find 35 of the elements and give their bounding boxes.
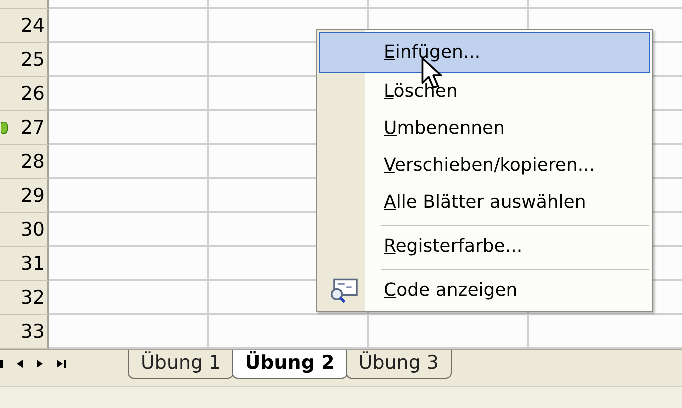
first-sheet-icon[interactable] bbox=[0, 359, 3, 369]
row-header[interactable]: 24 bbox=[0, 9, 49, 43]
menu-item[interactable]: Einfügen... bbox=[319, 32, 650, 73]
menu-item[interactable]: Registerfarbe... bbox=[319, 221, 650, 265]
row-number: 29 bbox=[20, 184, 45, 206]
next-sheet-icon[interactable] bbox=[37, 359, 43, 369]
row-header[interactable]: 27 bbox=[0, 111, 49, 145]
menu-item[interactable]: Verschieben/kopieren... bbox=[319, 147, 650, 184]
row-number: 26 bbox=[20, 82, 45, 104]
row-number: 30 bbox=[20, 218, 45, 240]
sheet-tab[interactable]: Übung 3 bbox=[346, 350, 452, 379]
row-header[interactable]: 32 bbox=[0, 281, 49, 315]
menu-item[interactable]: Löschen bbox=[319, 73, 650, 110]
row-header[interactable]: 28 bbox=[0, 145, 49, 179]
row-number: 32 bbox=[20, 286, 45, 308]
previous-sheet-icon[interactable] bbox=[17, 359, 23, 369]
sheet-tab[interactable]: Übung 2 bbox=[232, 350, 348, 379]
menu-item[interactable]: Alle Blätter auswählen bbox=[319, 184, 650, 221]
menu-item[interactable]: Umbenennen bbox=[319, 110, 650, 147]
menu-item[interactable]: Code anzeigen bbox=[319, 265, 650, 309]
code-view-icon bbox=[329, 278, 359, 304]
row-header[interactable]: 33 bbox=[0, 315, 49, 349]
sheet-tab[interactable]: Übung 1 bbox=[128, 350, 234, 379]
row-header[interactable]: 29 bbox=[0, 179, 49, 213]
row-number: 28 bbox=[20, 150, 45, 172]
row-number: 24 bbox=[20, 14, 45, 36]
row-header[interactable]: 30 bbox=[0, 213, 49, 247]
row-number: 27 bbox=[20, 116, 45, 138]
row-header[interactable]: 25 bbox=[0, 43, 49, 77]
last-sheet-icon[interactable] bbox=[57, 359, 66, 369]
row-number: 31 bbox=[20, 252, 45, 274]
row-header[interactable]: 31 bbox=[0, 247, 49, 281]
row-number: 33 bbox=[20, 320, 45, 342]
row-header[interactable]: 26 bbox=[0, 77, 49, 111]
row-number: 25 bbox=[20, 48, 45, 70]
